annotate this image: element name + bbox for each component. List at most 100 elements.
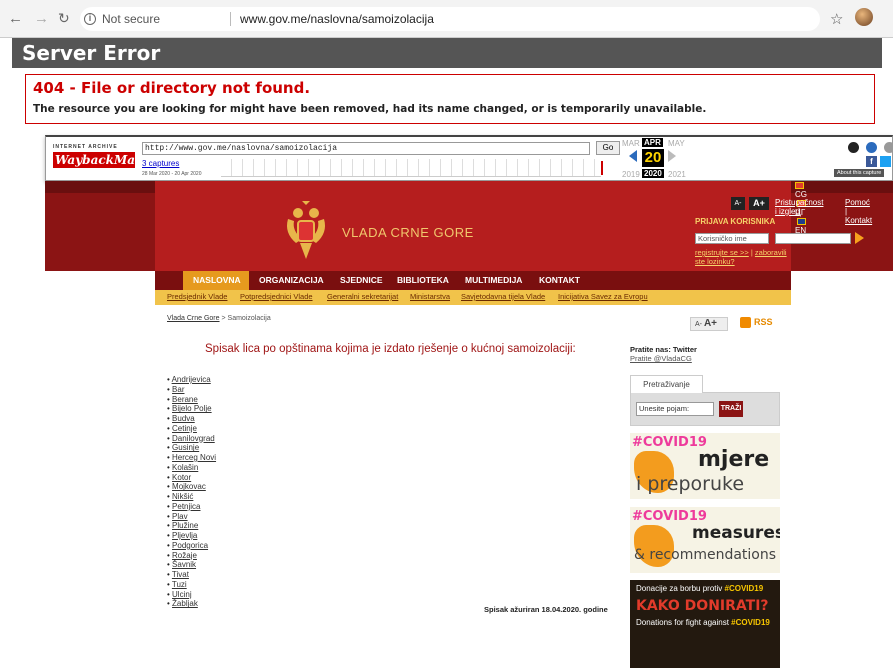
breadcrumb: Vlada Crne Gore > Samoizolacija xyxy=(167,315,271,322)
nav-sjednice[interactable]: SJEDNICE xyxy=(340,271,383,290)
register-link[interactable]: registrujte se >> xyxy=(695,248,749,257)
town-link[interactable]: Šavnik xyxy=(172,560,196,569)
search-tab[interactable]: Pretraživanje xyxy=(630,375,703,393)
nav-organizacija[interactable]: ORGANIZACIJA xyxy=(259,271,324,290)
town-list-item: • Bar xyxy=(167,384,185,394)
breadcrumb-home[interactable]: Vlada Crne Gore xyxy=(167,315,220,322)
prev-capture-arrow-icon[interactable] xyxy=(629,150,637,162)
search-input[interactable]: Unesite pojam: xyxy=(636,402,714,416)
bookmark-star-icon[interactable]: ☆ xyxy=(830,10,843,28)
font-decrease-button[interactable]: A- xyxy=(731,197,745,210)
rss-label: RSS xyxy=(754,317,773,327)
search-button[interactable]: TRAŽI xyxy=(719,401,743,417)
account-icon[interactable] xyxy=(848,142,859,153)
back-arrow-icon[interactable]: ← xyxy=(8,10,23,27)
wayback-logo[interactable]: INTERNET ARCHIVE WaybackMachine xyxy=(53,144,172,174)
town-link[interactable]: Tivat xyxy=(172,570,189,579)
wayback-captures-link[interactable]: 3 captures xyxy=(142,159,179,168)
wayback-url-input[interactable]: http://www.gov.me/naslovna/samoizolacija xyxy=(142,142,590,155)
about-capture-link[interactable]: About this capture xyxy=(834,169,885,177)
town-link[interactable]: Pljevlja xyxy=(172,531,197,540)
list-updated-note: Spisak ažuriran 18.04.2020. godine xyxy=(484,605,608,614)
town-link[interactable]: Bar xyxy=(172,385,184,394)
wayback-go-button[interactable]: Go xyxy=(596,141,620,155)
password-input[interactable] xyxy=(775,233,851,244)
town-link[interactable]: Kotor xyxy=(172,473,191,482)
text-size-small[interactable]: A- xyxy=(695,321,702,328)
donation-line1: Donacije za borbu protiv #COVID19 xyxy=(636,584,763,593)
town-link[interactable]: Plužine xyxy=(172,521,198,530)
covid-measures-banner-en[interactable]: #COVID19 measures & recommendations xyxy=(630,507,780,573)
town-list-item: • Nikšić xyxy=(167,492,194,501)
town-list-item: • Danilovgrad xyxy=(167,433,215,443)
uk-flag-icon xyxy=(797,218,807,226)
facebook-icon[interactable]: f xyxy=(866,156,877,167)
flag-icon xyxy=(795,182,804,190)
town-list-item: • Kolašin xyxy=(167,462,199,472)
town-link[interactable]: Andrijevica xyxy=(172,375,211,384)
town-link[interactable]: Herceg Novi xyxy=(172,453,216,462)
profile-avatar[interactable] xyxy=(855,8,873,26)
subnav-sekretarijat[interactable]: Generalni sekretarijat xyxy=(327,292,398,301)
town-link[interactable]: Berane xyxy=(172,395,198,404)
donation-cta: KAKO DONIRATI? xyxy=(636,598,769,614)
donation-banner[interactable]: Donacije za borbu protiv #COVID19 KAKO D… xyxy=(630,580,780,668)
text-size-large[interactable]: A+ xyxy=(704,318,717,329)
forward-arrow-icon[interactable]: → xyxy=(34,10,49,27)
town-link[interactable]: Kolašin xyxy=(172,463,198,472)
town-link[interactable]: Nikšić xyxy=(172,492,193,501)
town-link[interactable]: Bijelo Polje xyxy=(172,404,212,413)
error-heading: 404 - File or directory not found. xyxy=(33,79,311,97)
subnav-savjetodavna[interactable]: Savjetodavna tijela Vlade xyxy=(461,292,545,301)
help-contact-link[interactable]: Pomoć | Kontakt xyxy=(845,198,872,225)
town-link[interactable]: Plav xyxy=(172,512,188,521)
town-link[interactable]: Rožaje xyxy=(172,551,197,560)
town-list-item: • Budva xyxy=(167,414,195,423)
town-link[interactable]: Ulcinj xyxy=(172,590,192,599)
nav-biblioteka[interactable]: BIBLIOTEKA xyxy=(397,271,449,290)
month-prev[interactable]: MAR xyxy=(622,139,640,148)
town-link[interactable]: Danilovgrad xyxy=(172,434,215,443)
town-link[interactable]: Budva xyxy=(172,414,195,423)
accessibility-link[interactable]: Pristupačnost i izgled xyxy=(775,198,823,216)
town-link[interactable]: Cetinje xyxy=(172,424,197,433)
nav-kontakt[interactable]: KONTAKT xyxy=(539,271,580,290)
help-icon[interactable] xyxy=(866,142,877,153)
close-icon[interactable] xyxy=(884,142,893,153)
username-input[interactable]: Korisničko ime xyxy=(695,233,769,244)
twitter-icon[interactable] xyxy=(880,156,891,167)
login-label: PRIJAVA KORISNIKA xyxy=(695,217,776,226)
town-list-item: • Andrijevica xyxy=(167,375,211,384)
nav-multimedija[interactable]: MULTIMEDIJA xyxy=(465,271,522,290)
twitter-follow-link[interactable]: Pratite @VladaCG xyxy=(630,354,780,363)
font-increase-button[interactable]: A+ xyxy=(749,197,769,210)
town-link[interactable]: Podgorica xyxy=(172,541,208,550)
address-url[interactable]: www.gov.me/naslovna/samoizolacija xyxy=(240,7,434,31)
search-panel: Unesite pojam: TRAŽI xyxy=(630,392,780,426)
reload-icon[interactable]: ↻ xyxy=(58,10,70,27)
subnav-ministarstva[interactable]: Ministarstva xyxy=(410,292,450,301)
town-link[interactable]: Tuzi xyxy=(172,580,187,589)
subnav-inicijativa[interactable]: Inicijativa Savez za Evropu xyxy=(558,292,648,301)
follow-label: Pratite nas: Twitter xyxy=(630,345,697,354)
subnav-predsjednik[interactable]: Predsjednik Vlade xyxy=(167,292,227,301)
town-list-item: • Pljevlja xyxy=(167,531,198,540)
text-size-control[interactable]: A- A+ xyxy=(690,317,728,331)
town-link[interactable]: Žabljak xyxy=(172,599,198,608)
town-link[interactable]: Mojkovac xyxy=(172,482,206,491)
wayback-toolbar: INTERNET ARCHIVE WaybackMachine http://w… xyxy=(45,135,893,181)
address-bar[interactable]: i Not secure www.gov.me/naslovna/samoizo… xyxy=(80,7,820,31)
rss-link[interactable]: RSS xyxy=(740,317,773,329)
town-link[interactable]: Gusinje xyxy=(172,443,199,452)
error-description: The resource you are looking for might h… xyxy=(33,103,707,115)
sub-nav: Predsjednik Vlade Potpredsjednici Vlade … xyxy=(155,290,791,305)
subnav-potpredsjednici[interactable]: Potpredsjednici Vlade xyxy=(240,292,313,301)
login-submit-arrow-icon[interactable] xyxy=(855,232,864,244)
year-current: 2020 xyxy=(642,169,664,178)
nav-naslovna[interactable]: NASLOVNA xyxy=(193,271,241,290)
site-title[interactable]: VLADA CRNE GORE xyxy=(342,225,474,240)
info-icon[interactable]: i xyxy=(84,13,96,25)
covid-measures-banner-me[interactable]: #COVID19 mjere i preporuke xyxy=(630,433,780,499)
town-link[interactable]: Petnjica xyxy=(172,502,200,511)
wayback-sparkline[interactable] xyxy=(221,159,601,177)
